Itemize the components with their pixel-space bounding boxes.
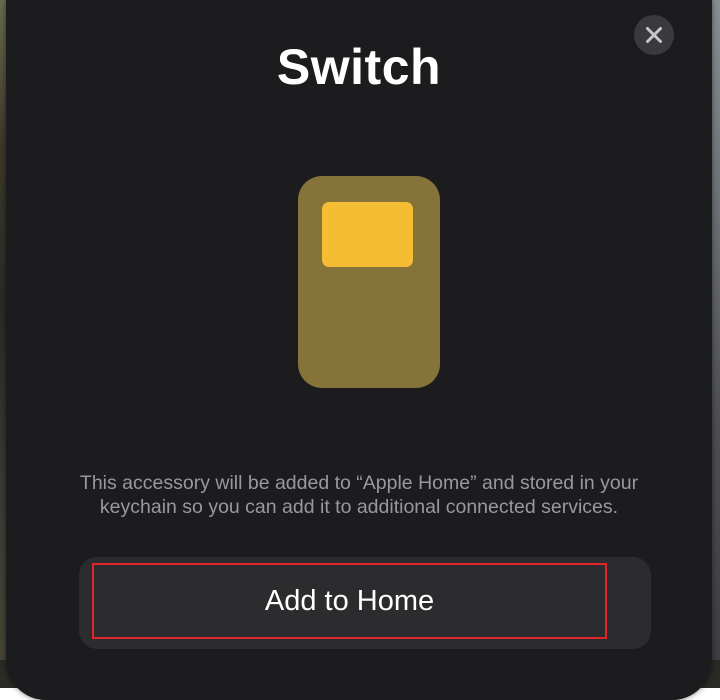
sheet-title: Switch <box>276 39 442 95</box>
switch-accessory-icon <box>298 176 440 388</box>
add-to-home-button[interactable]: Add to Home <box>92 563 607 639</box>
switch-rocker <box>322 202 413 267</box>
accessory-description: This accessory will be added to “Apple H… <box>79 472 639 518</box>
